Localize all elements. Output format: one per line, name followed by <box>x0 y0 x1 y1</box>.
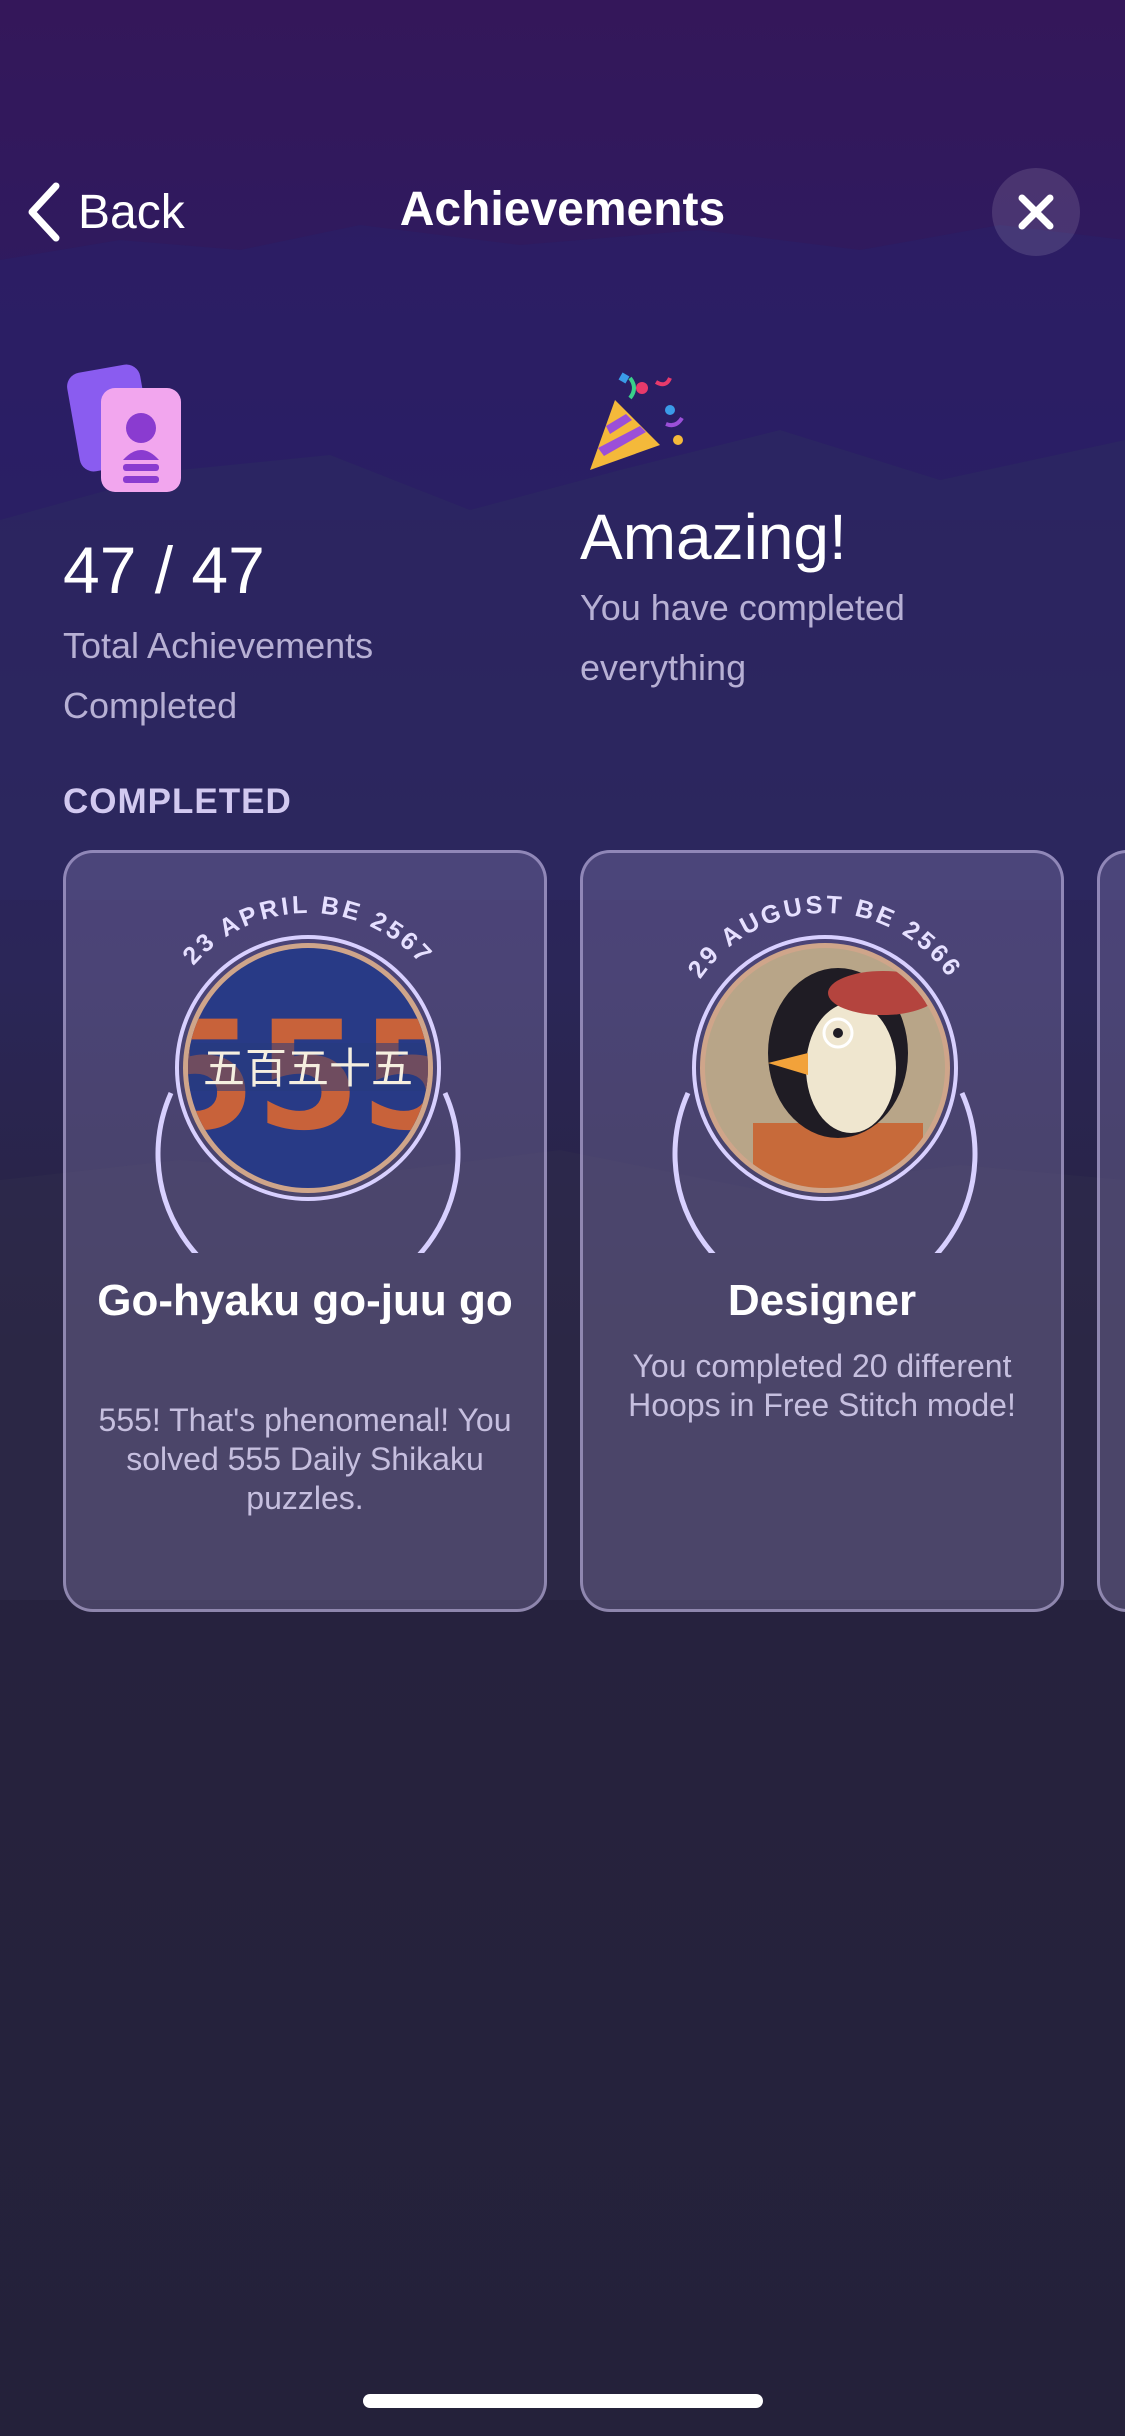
nav-bar: Back Achievements <box>0 160 1125 260</box>
achievement-card[interactable]: 23 APRIL BE 2567 555 五百五十五 Go-hyaku go-j… <box>63 850 547 1612</box>
achievement-badge: 29 AUGUST BE 2566 <box>672 891 978 1253</box>
close-icon <box>1018 194 1054 230</box>
achievement-badge: 23 APRIL BE 2567 555 五百五十五 <box>155 891 461 1253</box>
achievement-card-partial[interactable] <box>1097 850 1125 1612</box>
close-button[interactable] <box>992 168 1080 256</box>
completion-summary <box>580 370 1060 485</box>
completion-headline: Amazing! <box>580 501 847 573</box>
achievement-count-caption: Total Achievements Completed <box>63 625 374 726</box>
card-title: Designer <box>727 1276 917 1325</box>
home-indicator <box>363 2394 763 2408</box>
party-popper-icon <box>590 372 684 470</box>
page-title: Achievements <box>399 183 726 236</box>
card-description: You completed 20 different Hoops in Free… <box>628 1348 1016 1423</box>
card-description: 555! That's phenomenal! You solved 555 D… <box>98 1402 512 1516</box>
achievement-count: 47 / 47 <box>63 533 265 607</box>
section-label-completed: COMPLETED <box>63 782 292 821</box>
badge-kanji: 五百五十五 <box>203 1044 413 1093</box>
achievement-card[interactable]: 29 AUGUST BE 2566 Designer You completed… <box>580 850 1064 1612</box>
completion-caption: You have completed everything <box>580 587 905 688</box>
achievements-summary <box>63 360 543 500</box>
card-title: Go-hyaku go-juu go <box>97 1276 513 1325</box>
achievement-cards-icon <box>67 364 181 492</box>
